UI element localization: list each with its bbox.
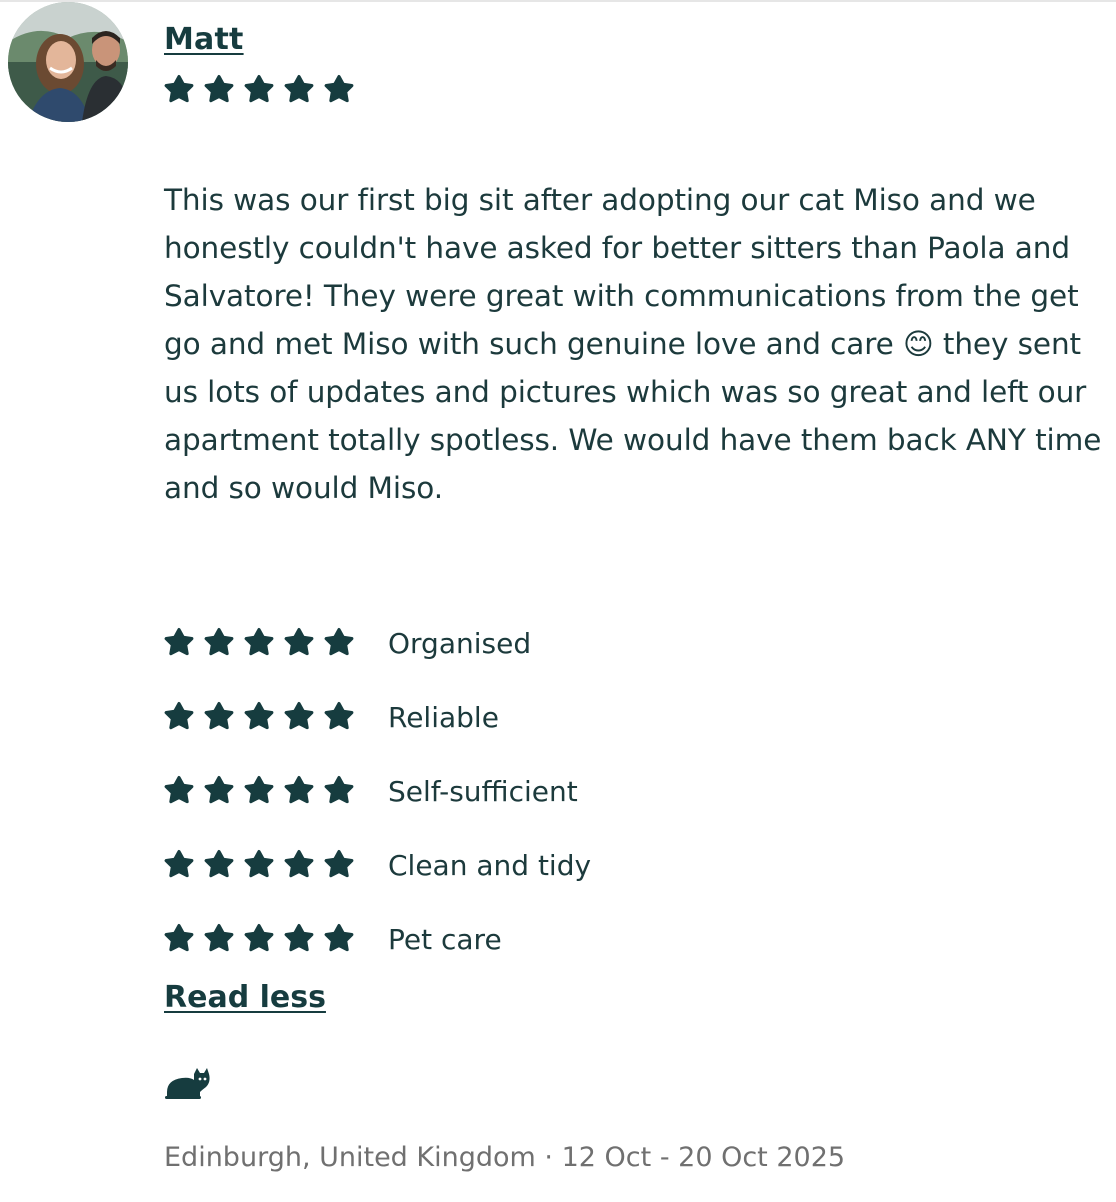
location-text: Edinburgh, United Kingdom bbox=[164, 1142, 536, 1173]
rating-stars bbox=[163, 923, 387, 955]
rating-stars bbox=[163, 849, 387, 881]
category-ratings: Organised Reliable Self-sufficient Clean… bbox=[163, 606, 591, 976]
star-icon bbox=[284, 776, 314, 804]
star-icon bbox=[244, 628, 274, 656]
star-icon bbox=[164, 628, 194, 656]
star-icon bbox=[204, 776, 234, 804]
star-icon bbox=[164, 924, 194, 952]
avatar[interactable] bbox=[8, 2, 128, 122]
star-icon bbox=[244, 702, 274, 730]
rating-label: Self-sufficient bbox=[388, 774, 578, 808]
star-icon bbox=[284, 628, 314, 656]
star-icon bbox=[284, 702, 314, 730]
star-icon bbox=[324, 924, 354, 952]
star-icon bbox=[244, 776, 274, 804]
star-icon bbox=[244, 75, 274, 103]
read-less-link[interactable]: Read less bbox=[164, 980, 326, 1015]
rating-row-organised: Organised bbox=[163, 606, 591, 680]
star-icon bbox=[324, 75, 354, 103]
star-icon bbox=[204, 850, 234, 878]
star-icon bbox=[164, 776, 194, 804]
star-icon bbox=[164, 75, 194, 103]
star-icon bbox=[324, 850, 354, 878]
smile-emoji-icon: 😊 bbox=[902, 327, 934, 361]
star-icon bbox=[324, 702, 354, 730]
rating-label: Clean and tidy bbox=[388, 848, 592, 882]
star-icon bbox=[284, 850, 314, 878]
star-icon bbox=[244, 924, 274, 952]
star-icon bbox=[324, 628, 354, 656]
star-icon bbox=[284, 75, 314, 103]
rating-label: Organised bbox=[388, 626, 532, 660]
dates-text: 12 Oct - 20 Oct 2025 bbox=[561, 1142, 846, 1173]
star-icon bbox=[324, 776, 354, 804]
star-icon bbox=[204, 628, 234, 656]
rating-row-self-sufficient: Self-sufficient bbox=[163, 754, 591, 828]
star-icon bbox=[204, 924, 234, 952]
cat-icon bbox=[165, 1068, 210, 1099]
star-icon bbox=[164, 850, 194, 878]
star-icon bbox=[244, 850, 274, 878]
rating-row-pet-care: Pet care bbox=[163, 902, 591, 976]
overall-rating-stars bbox=[163, 74, 355, 106]
rating-row-reliable: Reliable bbox=[163, 680, 591, 754]
review-text: This was our first big sit after adoptin… bbox=[164, 176, 1104, 512]
stay-details: Edinburgh, United Kingdom · 12 Oct - 20 … bbox=[164, 1142, 845, 1173]
rating-row-clean-and-tidy: Clean and tidy bbox=[163, 828, 591, 902]
star-icon bbox=[284, 924, 314, 952]
separator: · bbox=[544, 1142, 554, 1173]
star-icon bbox=[164, 702, 194, 730]
rating-stars bbox=[163, 775, 387, 807]
avatar-photo bbox=[8, 2, 128, 122]
star-icon bbox=[204, 75, 234, 103]
rating-label: Reliable bbox=[388, 700, 499, 734]
rating-stars bbox=[163, 701, 387, 733]
reviewer-name[interactable]: Matt bbox=[164, 22, 244, 57]
star-icon bbox=[204, 702, 234, 730]
top-divider bbox=[0, 0, 1116, 2]
rating-stars bbox=[163, 627, 387, 659]
rating-label: Pet care bbox=[388, 922, 502, 956]
